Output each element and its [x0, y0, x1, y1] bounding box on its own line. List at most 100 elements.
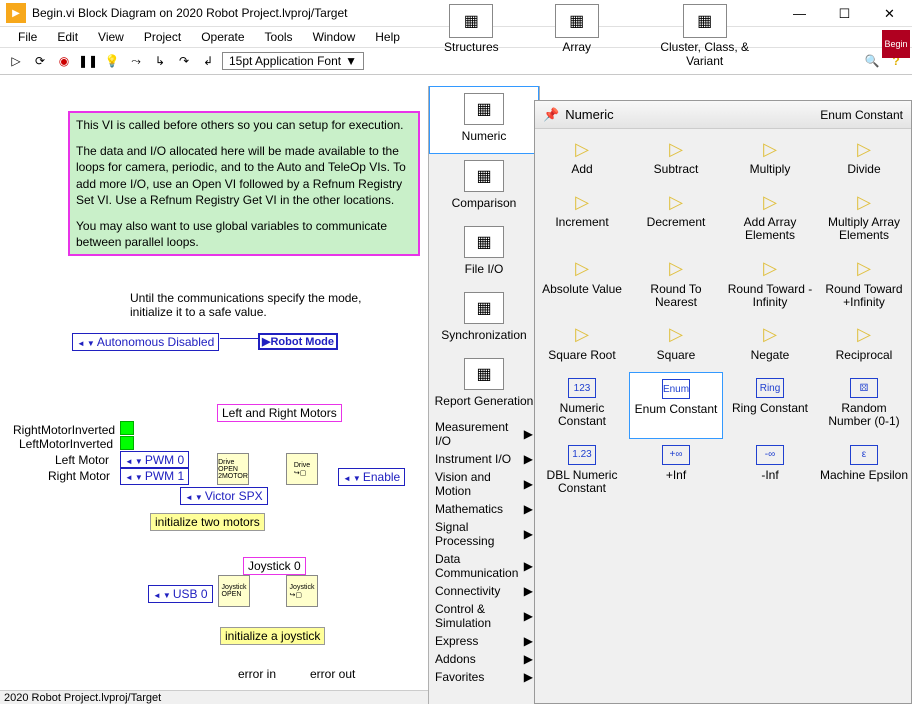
palette-item-data-communication[interactable]: Data Communication▶: [429, 550, 539, 582]
func-icon: ⚄: [850, 378, 878, 398]
palette-cat-synchronization[interactable]: ▦Synchronization: [429, 286, 539, 352]
func-icon: ▷: [568, 325, 596, 345]
init-joystick-comment[interactable]: initialize a joystick: [220, 627, 325, 645]
numeric--inf[interactable]: +∞+Inf: [629, 439, 723, 505]
step-out-button[interactable]: ↲: [198, 51, 218, 71]
numeric-square-root[interactable]: ▷Square Root: [535, 319, 629, 372]
init-two-motors-comment[interactable]: initialize two motors: [150, 513, 265, 531]
retain-wire-button[interactable]: ⤳: [126, 51, 146, 71]
font-label: 15pt Application Font: [229, 54, 341, 68]
func-icon: ▷: [850, 325, 878, 345]
numeric-subtract[interactable]: ▷Subtract: [629, 133, 723, 186]
numeric-increment[interactable]: ▷Increment: [535, 186, 629, 252]
palette-item-vision-and-motion[interactable]: Vision and Motion▶: [429, 468, 539, 500]
maximize-button[interactable]: ☐: [822, 0, 867, 27]
open-2motor-vi[interactable]: DriveOPEN2MOTOR: [217, 453, 249, 485]
pwm1-ring[interactable]: PWM 1: [120, 467, 189, 485]
step-into-button[interactable]: ↳: [150, 51, 170, 71]
numeric-numeric-constant[interactable]: 123Numeric Constant: [535, 372, 629, 438]
menu-view[interactable]: View: [90, 28, 132, 46]
usb0-ring[interactable]: USB 0: [148, 585, 213, 603]
functions-palette-strip[interactable]: ▦ Numeric ▦Comparison▦File I/O▦Synchroniza…: [428, 86, 540, 704]
abort-button[interactable]: ◉: [54, 51, 74, 71]
ring-label: Autonomous Disabled: [97, 335, 214, 349]
palette-item-connectivity[interactable]: Connectivity▶: [429, 582, 539, 600]
menu-file[interactable]: File: [10, 28, 45, 46]
numeric-round-toward-infinity[interactable]: ▷Round Toward -Infinity: [723, 253, 817, 319]
left-inv-led[interactable]: [120, 436, 134, 450]
joystick-open-vi[interactable]: JoystickOPEN: [218, 575, 250, 607]
palette-item-control-simulation[interactable]: Control & Simulation▶: [429, 600, 539, 632]
numeric-round-toward-infinity[interactable]: ▷Round Toward +Infinity: [817, 253, 911, 319]
numeric-add-array-elements[interactable]: ▷Add Array Elements: [723, 186, 817, 252]
func-icon: ▷: [850, 192, 878, 212]
palette-item-instrument-i-o[interactable]: Instrument I/O▶: [429, 450, 539, 468]
run-continuous-button[interactable]: ⟳: [30, 51, 50, 71]
palette-cat-structures[interactable]: ▦Structures: [436, 0, 507, 78]
numeric-multiply[interactable]: ▷Multiply: [723, 133, 817, 186]
autonomous-disabled-ring[interactable]: Autonomous Disabled: [72, 333, 219, 351]
palette-cat-icon: ▦: [464, 292, 504, 324]
pause-button[interactable]: ❚❚: [78, 51, 98, 71]
numeric--inf[interactable]: -∞-Inf: [723, 439, 817, 505]
numeric-square[interactable]: ▷Square: [629, 319, 723, 372]
vi-description-comment[interactable]: This VI is called before others so you c…: [68, 111, 420, 256]
numeric-enum-constant[interactable]: EnumEnum Constant: [629, 372, 723, 438]
func-label: Numeric Constant: [537, 402, 627, 428]
enable-ring[interactable]: Enable: [338, 468, 405, 486]
menu-tools[interactable]: Tools: [257, 28, 301, 46]
palette-cat-numeric[interactable]: ▦ Numeric: [429, 86, 539, 154]
palette-item-addons[interactable]: Addons▶: [429, 650, 539, 668]
numeric-add[interactable]: ▷Add: [535, 133, 629, 186]
palette-cat-file-i-o[interactable]: ▦File I/O: [429, 220, 539, 286]
numeric-dbl-numeric-constant[interactable]: 1.23DBL Numeric Constant: [535, 439, 629, 505]
menu-operate[interactable]: Operate: [193, 28, 252, 46]
menu-window[interactable]: Window: [305, 28, 364, 46]
func-label: Ring Constant: [732, 402, 808, 415]
numeric-round-to-nearest[interactable]: ▷Round To Nearest: [629, 253, 723, 319]
menu-project[interactable]: Project: [136, 28, 189, 46]
palette-cat-cluster-class-variant[interactable]: ▦Cluster, Class, & Variant: [647, 0, 763, 78]
left-right-motors-label[interactable]: Left and Right Motors: [217, 404, 342, 422]
numeric-subpalette[interactable]: 📌 Numeric Enum Constant ▷Add▷Subtract▷Mu…: [534, 100, 912, 704]
numeric-absolute-value[interactable]: ▷Absolute Value: [535, 253, 629, 319]
close-button[interactable]: ✕: [867, 0, 912, 27]
chevron-right-icon: ▶: [524, 527, 533, 541]
palette-item-measurement-i-o[interactable]: Measurement I/O▶: [429, 418, 539, 450]
chevron-right-icon: ▶: [524, 559, 533, 573]
chevron-right-icon: ▶: [524, 652, 533, 666]
highlight-button[interactable]: 💡: [102, 51, 122, 71]
menu-edit[interactable]: Edit: [49, 28, 86, 46]
palette-item-express[interactable]: Express▶: [429, 632, 539, 650]
palette-item-mathematics[interactable]: Mathematics▶: [429, 500, 539, 518]
joystick0-label[interactable]: Joystick 0: [243, 557, 306, 575]
vi-icon-badge[interactable]: Begin: [882, 30, 910, 58]
drive-refnum-set-vi[interactable]: Drive↪▢: [286, 453, 318, 485]
numeric-multiply-array-elements[interactable]: ▷Multiply Array Elements: [817, 186, 911, 252]
pin-icon[interactable]: 📌: [543, 107, 559, 123]
menu-help[interactable]: Help: [367, 28, 408, 46]
run-button[interactable]: ▷: [6, 51, 26, 71]
robot-mode-terminal[interactable]: ▶Robot Mode: [258, 333, 338, 350]
palette-item-favorites[interactable]: Favorites▶: [429, 668, 539, 686]
numeric-divide[interactable]: ▷Divide: [817, 133, 911, 186]
palette-item-signal-processing[interactable]: Signal Processing▶: [429, 518, 539, 550]
numeric-decrement[interactable]: ▷Decrement: [629, 186, 723, 252]
joystick-refnum-set-vi[interactable]: Joystick↪▢: [286, 575, 318, 607]
numeric-random-number-[interactable]: ⚄Random Number (0-1): [817, 372, 911, 438]
palette-cat-comparison[interactable]: ▦Comparison: [429, 154, 539, 220]
subpalette-header[interactable]: 📌 Numeric Enum Constant: [535, 101, 911, 129]
numeric-ring-constant[interactable]: RingRing Constant: [723, 372, 817, 438]
font-selector[interactable]: 15pt Application Font ▼: [222, 52, 364, 70]
palette-cat-icon: ▦: [464, 93, 504, 125]
right-inv-led[interactable]: [120, 421, 134, 435]
palette-cat-label: Numeric: [462, 129, 507, 143]
palette-cat-report-generation[interactable]: ▦Report Generation: [429, 352, 539, 418]
numeric-machine-epsilon[interactable]: εMachine Epsilon: [817, 439, 911, 505]
numeric-negate[interactable]: ▷Negate: [723, 319, 817, 372]
victor-ring[interactable]: Victor SPX: [180, 487, 268, 505]
palette-cat-array[interactable]: ▦Array: [547, 0, 607, 78]
step-over-button[interactable]: ↷: [174, 51, 194, 71]
minimize-button[interactable]: —: [777, 0, 822, 27]
numeric-reciprocal[interactable]: ▷Reciprocal: [817, 319, 911, 372]
